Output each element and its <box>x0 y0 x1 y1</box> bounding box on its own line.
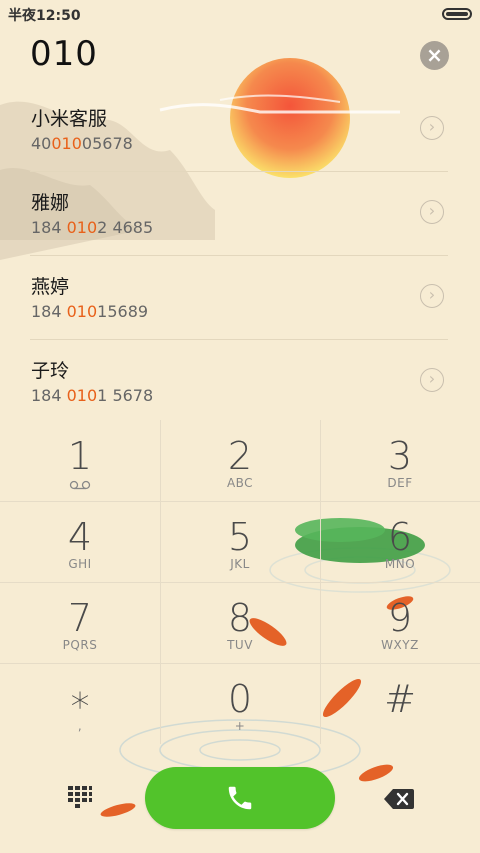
dial-keypad: 1 2 ABC 3 DEF 4 GHI 5 JKL 6 MNO 7 PQRS 8… <box>0 420 480 744</box>
contact-phone: 4001005678 <box>31 134 133 153</box>
key-0[interactable]: 0 + <box>160 663 320 744</box>
key-7[interactable]: 7 PQRS <box>0 582 160 663</box>
voicemail-icon <box>69 480 91 490</box>
key-8[interactable]: 8 TUV <box>160 582 320 663</box>
key-1[interactable]: 1 <box>0 420 160 501</box>
key-4[interactable]: 4 GHI <box>0 501 160 582</box>
call-button[interactable] <box>145 767 335 829</box>
contact-name: 子玲 <box>31 360 70 382</box>
battery-icon <box>442 8 472 20</box>
chevron-right-icon[interactable]: › <box>420 116 444 140</box>
backspace-icon[interactable] <box>384 789 414 809</box>
dialed-number-row: 010 × <box>0 28 480 86</box>
contact-name: 燕婷 <box>31 276 70 298</box>
dialed-number: 010 <box>30 34 98 74</box>
contact-item[interactable]: 燕婷 184 01015689 › <box>0 256 480 340</box>
key-9[interactable]: 9 WXYZ <box>320 582 480 663</box>
contact-phone: 184 0102 4685 <box>31 218 154 237</box>
contact-phone: 184 0101 5678 <box>31 386 154 405</box>
key-star[interactable]: ∗ , <box>0 663 160 744</box>
contact-item[interactable]: 子玲 184 0101 5678 › <box>0 340 480 424</box>
phone-icon <box>228 786 252 810</box>
contact-item[interactable]: 雅娜 184 0102 4685 › <box>0 172 480 256</box>
contact-phone: 184 01015689 <box>31 302 149 321</box>
status-bar: 半夜12:50 <box>0 0 480 28</box>
status-time: 半夜12:50 <box>8 8 81 24</box>
key-hash[interactable]: # <box>320 663 480 744</box>
key-2[interactable]: 2 ABC <box>160 420 320 501</box>
bottom-action-bar <box>0 760 480 850</box>
chevron-right-icon[interactable]: › <box>420 368 444 392</box>
chevron-right-icon[interactable]: › <box>420 200 444 224</box>
key-3[interactable]: 3 DEF <box>320 420 480 501</box>
clear-icon[interactable]: × <box>420 41 449 70</box>
contact-item[interactable]: 小米客服 4001005678 › <box>0 88 480 172</box>
key-6[interactable]: 6 MNO <box>320 501 480 582</box>
chevron-right-icon[interactable]: › <box>420 284 444 308</box>
contact-name: 雅娜 <box>31 192 70 214</box>
contact-name: 小米客服 <box>31 108 108 130</box>
keypad-grid-icon[interactable] <box>68 786 92 808</box>
contact-suggestions: 小米客服 4001005678 › 雅娜 184 0102 4685 › 燕婷 … <box>0 88 480 424</box>
key-5[interactable]: 5 JKL <box>160 501 320 582</box>
